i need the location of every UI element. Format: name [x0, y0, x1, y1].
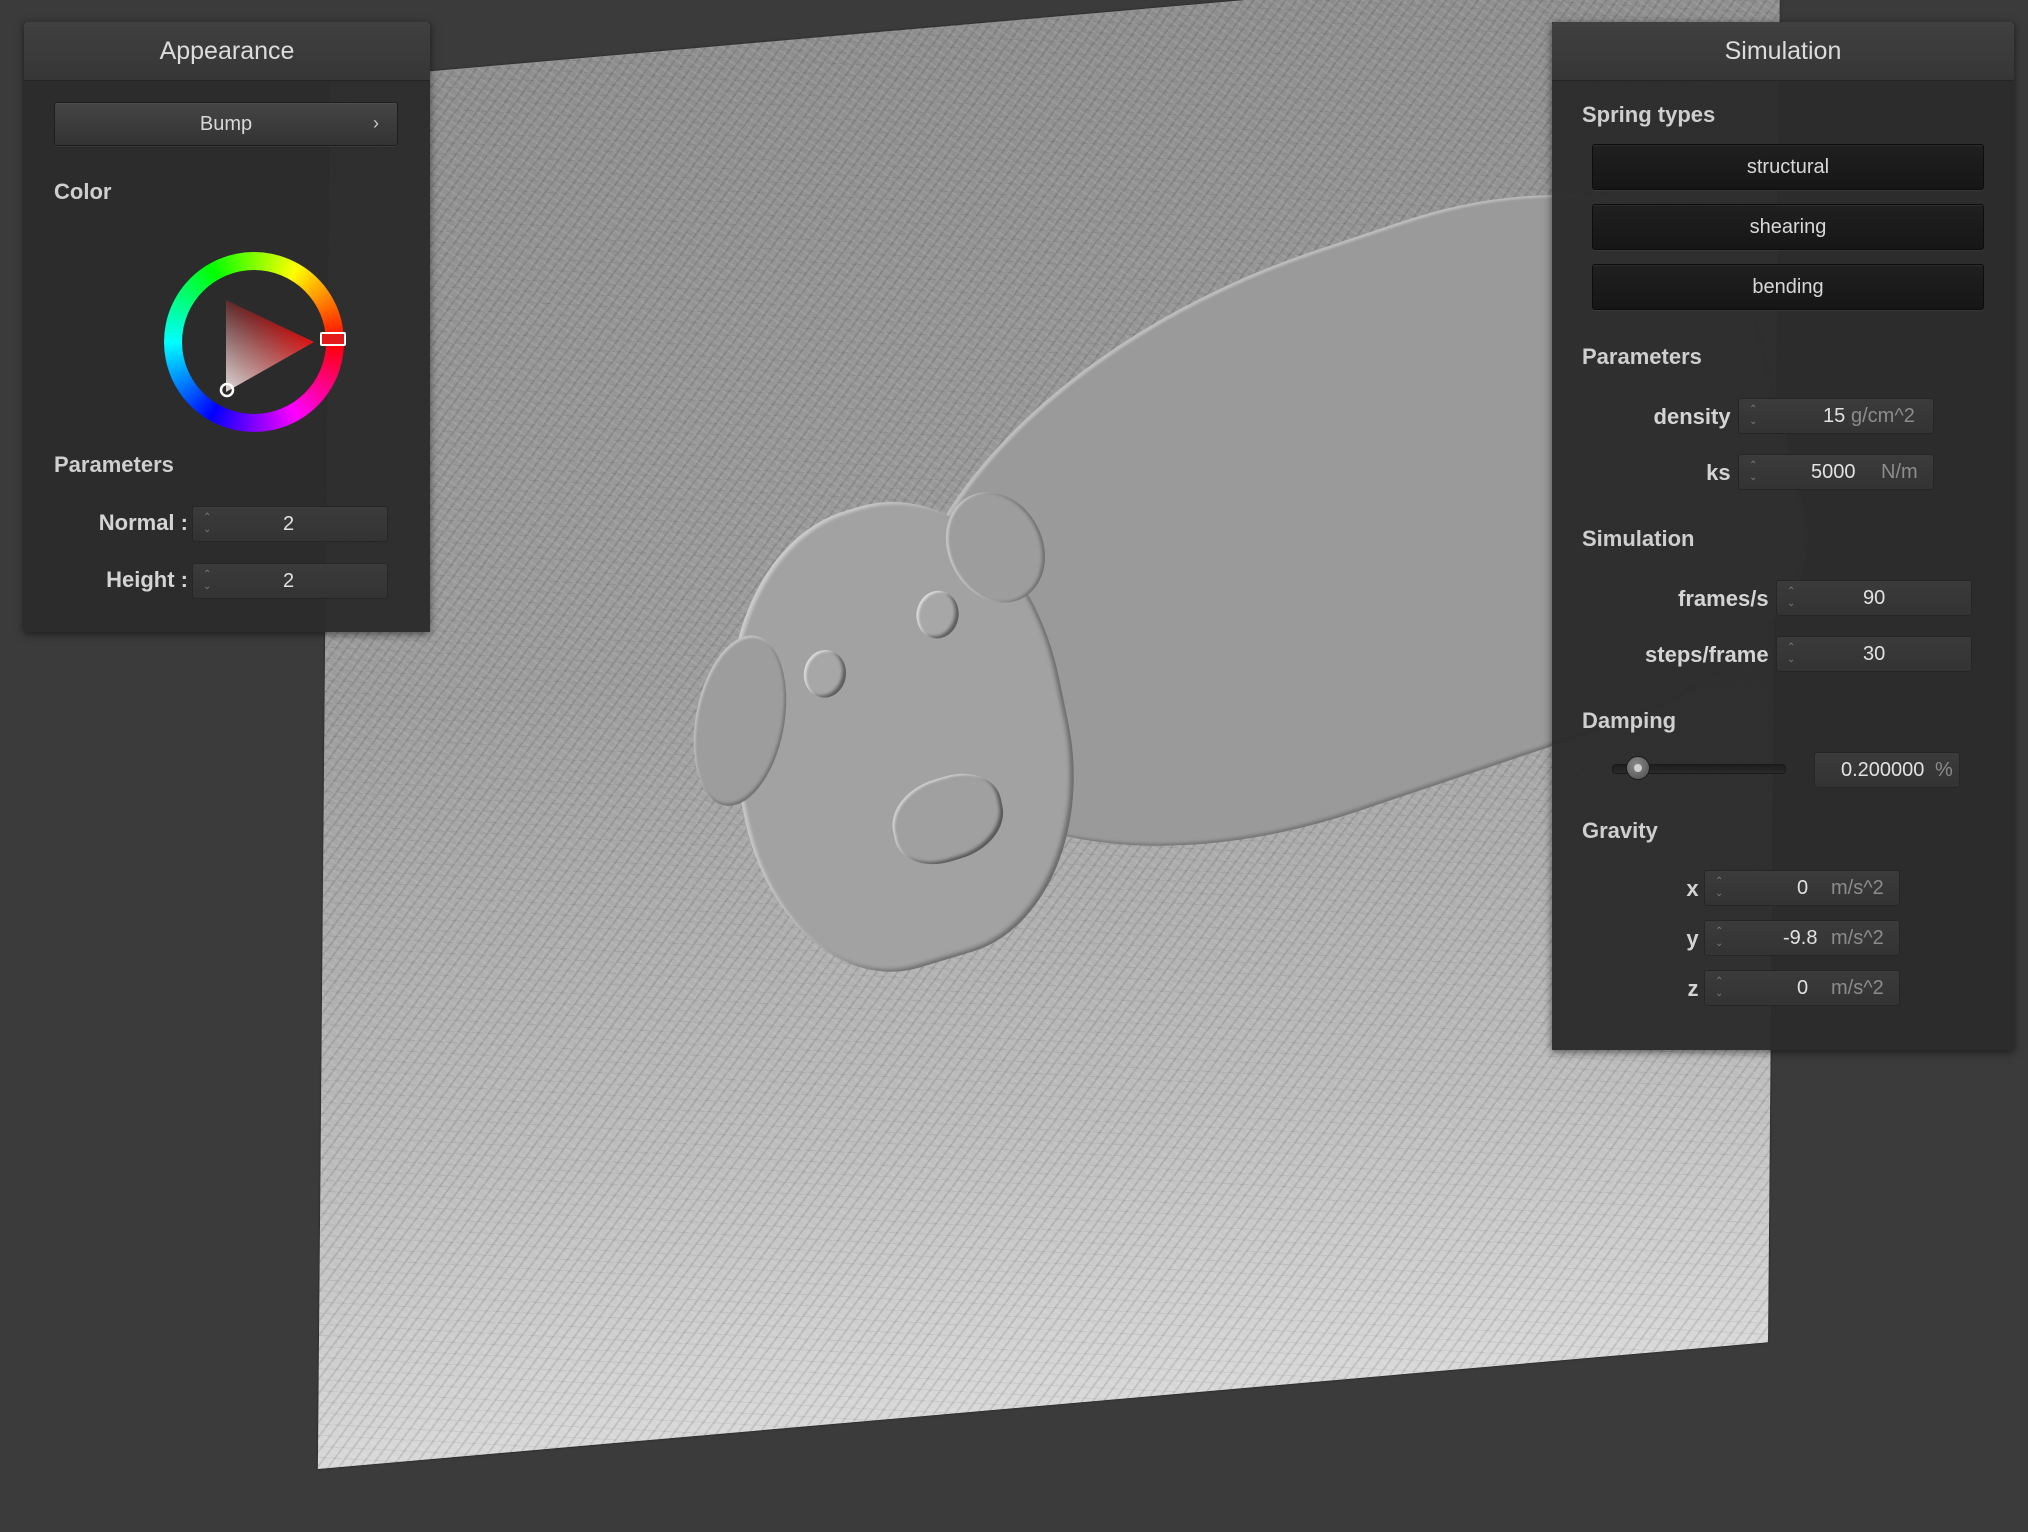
- density-label: density :: [1653, 404, 1744, 429]
- bending-spring-button[interactable]: bending: [1592, 264, 1984, 310]
- steps-per-frame-value: 30: [1863, 643, 1886, 665]
- spring-types-label: Spring types: [1582, 102, 1716, 127]
- gravity-z-input[interactable]: ⌃ ⌄ 0 m/s^2: [1704, 970, 1900, 1006]
- appearance-parameters-label: Parameters: [54, 452, 174, 477]
- structural-spring-button[interactable]: structural: [1592, 144, 1984, 190]
- frames-per-second-value: 90: [1863, 587, 1886, 609]
- gravity-z-unit: m/s^2: [1831, 977, 1884, 999]
- shearing-spring-button[interactable]: shearing: [1592, 204, 1984, 250]
- density-unit: g/cm^2: [1851, 405, 1915, 427]
- damping-input[interactable]: 0.200000 %: [1814, 752, 1960, 788]
- gravity-label: Gravity: [1582, 818, 1658, 843]
- spinner-arrows-icon[interactable]: ⌃ ⌄: [1715, 976, 1727, 1002]
- normal-label: Normal :: [98, 510, 188, 535]
- density-value: 15: [1823, 405, 1846, 427]
- spinner-arrows-icon[interactable]: ⌃ ⌄: [1749, 460, 1761, 486]
- ks-unit: N/m: [1881, 461, 1918, 483]
- dog-right-eye-relief: [912, 585, 963, 644]
- ks-label: ks :: [1706, 460, 1744, 485]
- dog-left-ear-relief: [682, 633, 798, 809]
- normal-input[interactable]: ⌃ ⌄ 2: [192, 506, 388, 542]
- appearance-panel-title[interactable]: Appearance: [24, 22, 430, 81]
- simulation-parameters-label: Parameters: [1582, 344, 1702, 369]
- spinner-arrows-icon[interactable]: ⌃ ⌄: [203, 512, 215, 538]
- ks-value: 5000: [1811, 461, 1856, 483]
- spinner-arrows-icon[interactable]: ⌃ ⌄: [1787, 642, 1799, 668]
- damping-label: Damping: [1582, 708, 1677, 733]
- spinner-arrows-icon[interactable]: ⌃ ⌄: [203, 569, 215, 595]
- appearance-panel: Appearance Bump › Color Parameters Norma…: [24, 22, 430, 632]
- spinner-arrows-icon[interactable]: ⌃ ⌄: [1787, 586, 1799, 612]
- simulation-panel-title[interactable]: Simulation: [1552, 22, 2014, 81]
- color-hue-ring[interactable]: [164, 252, 346, 432]
- damping-slider-handle[interactable]: [1626, 756, 1651, 780]
- color-triangle-icon[interactable]: [164, 252, 344, 432]
- density-input[interactable]: ⌃ ⌄ 15 g/cm^2: [1738, 398, 1934, 434]
- steps-per-frame-input[interactable]: ⌃ ⌄ 30: [1776, 636, 1972, 672]
- chevron-right-icon: ›: [373, 113, 379, 133]
- bump-mode-button[interactable]: Bump ›: [54, 102, 398, 146]
- frames-per-second-input[interactable]: ⌃ ⌄ 90: [1776, 580, 1972, 616]
- damping-unit: %: [1935, 759, 1953, 781]
- steps-per-frame-label: steps/frame :: [1645, 642, 1782, 667]
- height-label: Height :: [106, 567, 188, 592]
- spinner-arrows-icon[interactable]: ⌃ ⌄: [1715, 876, 1727, 902]
- dog-left-eye-relief: [799, 644, 851, 704]
- gravity-x-value: 0: [1797, 877, 1809, 899]
- dog-nose-relief: [885, 762, 1011, 876]
- simulation-section-label: Simulation: [1582, 526, 1695, 551]
- ks-input[interactable]: ⌃ ⌄ 5000 N/m: [1738, 454, 1934, 490]
- frames-per-second-label: frames/s :: [1678, 586, 1782, 611]
- bump-mode-label: Bump: [199, 113, 253, 135]
- height-input[interactable]: ⌃ ⌄ 2: [192, 563, 388, 599]
- normal-value: 2: [283, 513, 295, 535]
- hue-marker-handle[interactable]: [320, 332, 346, 346]
- gravity-y-input[interactable]: ⌃ ⌄ -9.8 m/s^2: [1704, 920, 1900, 956]
- gravity-z-value: 0: [1797, 977, 1809, 999]
- gravity-z-label: z :: [1687, 976, 1712, 1001]
- simulation-panel: Simulation Spring types structural shear…: [1552, 22, 2014, 1050]
- gravity-x-unit: m/s^2: [1831, 877, 1884, 899]
- gravity-x-label: x :: [1686, 876, 1712, 901]
- color-section-label: Color: [54, 179, 112, 204]
- spinner-arrows-icon[interactable]: ⌃ ⌄: [1715, 926, 1727, 952]
- gravity-y-unit: m/s^2: [1831, 927, 1884, 949]
- gravity-y-label: y :: [1686, 926, 1712, 951]
- damping-value: 0.200000: [1841, 759, 1925, 781]
- height-value: 2: [283, 570, 295, 592]
- spinner-arrows-icon[interactable]: ⌃ ⌄: [1749, 404, 1761, 430]
- gravity-y-value: -9.8: [1783, 927, 1818, 949]
- gravity-x-input[interactable]: ⌃ ⌄ 0 m/s^2: [1704, 870, 1900, 906]
